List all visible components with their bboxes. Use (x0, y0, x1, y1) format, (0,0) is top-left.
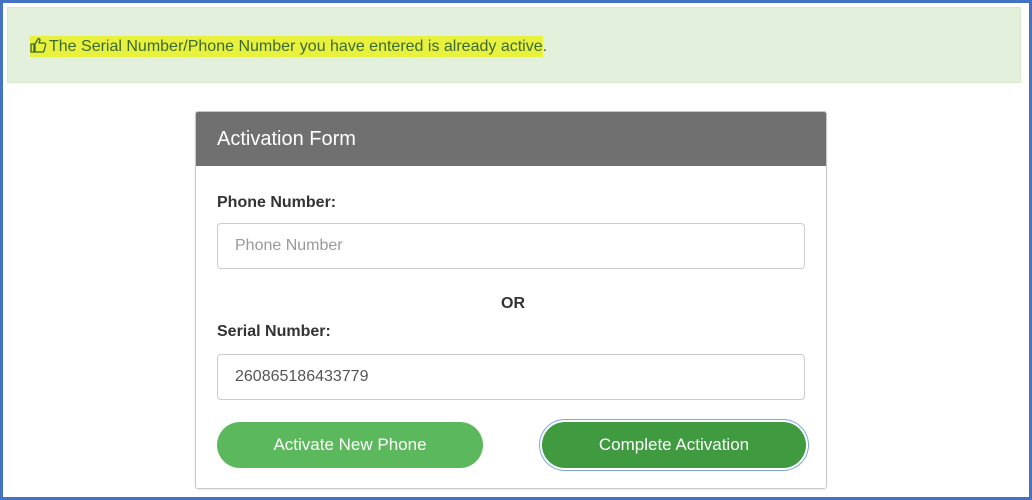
activation-form-panel: Activation Form Phone Number: OR Serial … (195, 111, 827, 489)
phone-number-label: Phone Number: (217, 194, 337, 211)
alert-text-period: . (542, 38, 548, 55)
or-divider: OR (501, 295, 525, 312)
complete-activation-button[interactable]: Complete Activation (542, 422, 806, 468)
alert-message: The Serial Number/Phone Number you have … (30, 36, 548, 57)
success-alert: The Serial Number/Phone Number you have … (7, 7, 1021, 83)
alert-text-part2: /Phone Number you have entered is alread… (183, 38, 501, 55)
screenshot-frame: The Serial Number/Phone Number you have … (0, 0, 1032, 500)
serial-number-label: Serial Number: (217, 323, 331, 340)
thumbs-up-icon (30, 37, 47, 53)
panel-title: Activation Form (196, 112, 826, 166)
alert-text-part3: active (500, 38, 543, 55)
alert-text-part1: The Serial Number (49, 38, 184, 55)
alert-highlight: The Serial Number/Phone Number you have … (30, 36, 543, 57)
phone-number-input[interactable] (217, 223, 805, 269)
serial-number-input[interactable] (217, 354, 805, 400)
activate-new-phone-button[interactable]: Activate New Phone (217, 422, 483, 468)
